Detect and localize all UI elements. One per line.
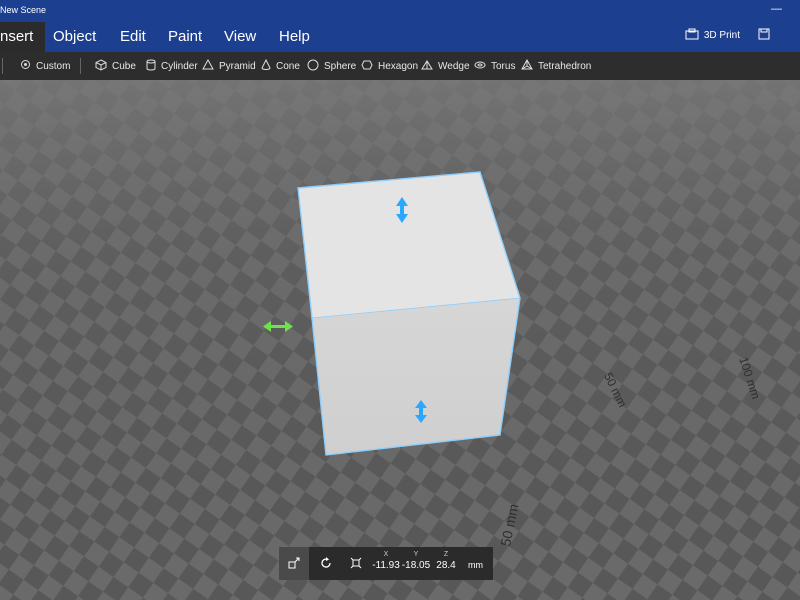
rotate-icon [320,556,332,571]
wedge-icon [421,59,433,74]
shape-pyramid-button[interactable]: Pyramid [202,58,256,74]
shape-tetrahedron-button[interactable]: Tetrahedron [521,58,592,74]
menu-bar: nsert Object Edit Paint View Help 3D Pri… [0,22,800,52]
transform-bar: X -11.93 Y -18.05 Z 28.4 mm [279,547,493,580]
toolbar-divider [80,58,81,74]
menu-help[interactable]: Help [279,28,310,45]
pyramid-icon [202,58,214,74]
unit-label: mm [468,560,483,570]
x-label: X [383,551,389,558]
shape-cylinder-button[interactable]: Cylinder [146,59,198,74]
menu-view[interactable]: View [224,28,256,45]
shape-custom-label: Custom [36,60,71,72]
shape-wedge-label: Wedge [438,61,470,72]
shape-torus-label: Torus [491,61,516,72]
y-value: -18.05 [401,560,431,571]
shape-cube-label: Cube [112,61,136,72]
shape-tetrahedron-label: Tetrahedron [538,61,592,72]
menu-object[interactable]: Object [53,28,96,45]
shape-hexagon-label: Hexagon [378,61,419,72]
header-tools: 3D Print [685,28,770,43]
shape-cylinder-label: Cylinder [161,61,198,72]
3d-print-button[interactable]: 3D Print [685,28,740,43]
shape-pyramid-label: Pyramid [219,61,256,72]
x-coordinate[interactable]: X -11.93 [371,551,401,571]
cube-front-face [312,298,520,455]
shape-cone-button[interactable]: Cone [261,58,300,74]
tetrahedron-icon [521,58,533,74]
y-label: Y [413,551,419,558]
menu-edit[interactable]: Edit [120,28,146,45]
3d-print-label: 3D Print [703,30,740,41]
menu-insert[interactable]: nsert [0,22,46,52]
toolbar-divider [2,58,3,74]
scale-button[interactable] [341,547,371,580]
move-icon [288,557,300,571]
cylinder-icon [146,59,156,74]
save-icon[interactable] [758,28,770,43]
z-coordinate[interactable]: Z 28.4 [431,551,461,571]
minimize-icon[interactable]: — [771,3,782,15]
sphere-icon [307,59,319,74]
shape-torus-button[interactable]: Torus [474,59,515,74]
cube-icon [95,59,107,74]
move-button[interactable] [279,547,309,580]
shape-cube-button[interactable]: Cube [95,59,136,74]
title-bar: New Scene — [0,0,800,22]
cube-object[interactable] [297,171,521,456]
z-value: 28.4 [436,560,456,571]
hexagon-icon [361,59,373,74]
x-value: -11.93 [372,560,400,571]
custom-shape-icon [20,59,31,73]
cone-icon [261,58,271,74]
shape-cone-label: Cone [276,61,300,72]
y-coordinate[interactable]: Y -18.05 [401,551,431,571]
shape-sphere-button[interactable]: Sphere [307,59,356,74]
menu-paint[interactable]: Paint [168,28,202,45]
shape-sphere-label: Sphere [324,61,357,72]
shape-toolbar: Custom Cube Cylinder Pyramid Cone Sphere… [0,52,800,80]
torus-icon [474,59,486,74]
z-label: Z [443,551,449,558]
shape-custom-button[interactable]: Custom [20,59,70,73]
scale-icon [350,557,362,571]
3d-print-icon [685,28,699,43]
scene-canvas[interactable] [0,80,800,600]
shape-hexagon-button[interactable]: Hexagon [361,59,418,74]
window-title: New Scene [0,5,47,15]
3d-viewport[interactable]: 50 mm 100 mm 50 mm [0,80,800,600]
shape-wedge-button[interactable]: Wedge [421,59,470,74]
rotate-button[interactable] [311,547,341,580]
